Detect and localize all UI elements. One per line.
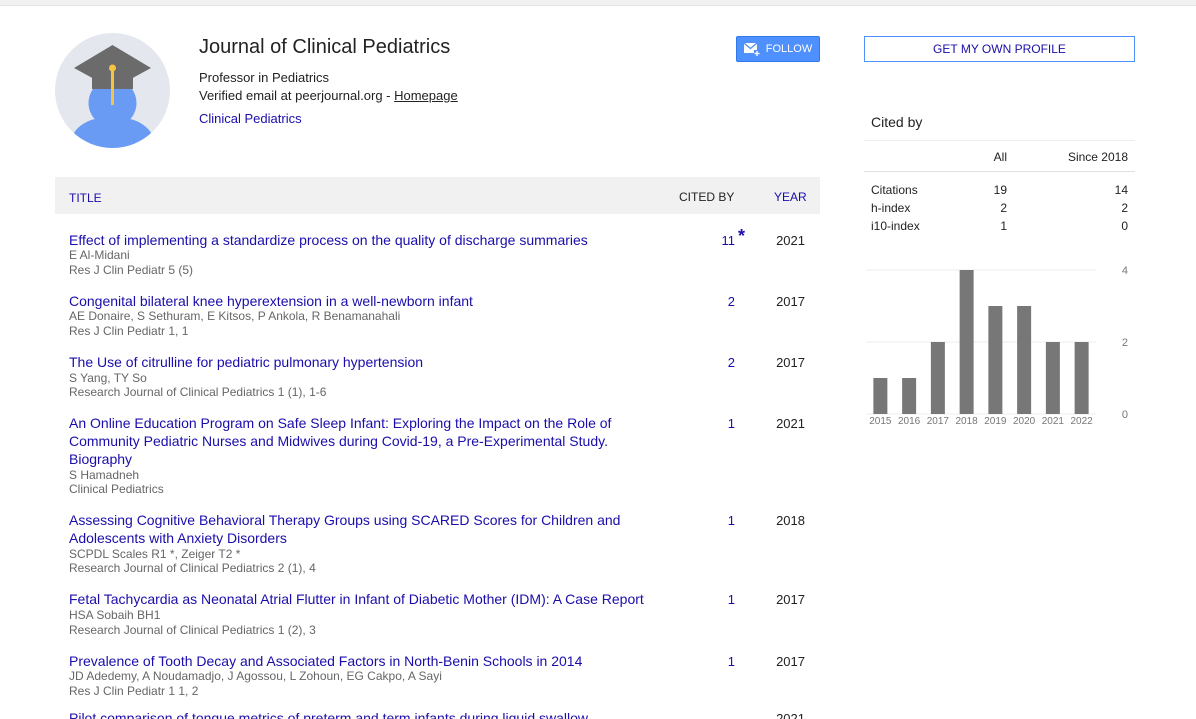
article-title-link[interactable]: The Use of citrulline for pediatric pulm… <box>69 353 649 371</box>
articles-table-header: TITLE CITED BY YEAR <box>55 177 820 214</box>
article-venue: Res J Clin Pediatr 5 (5) <box>69 263 194 277</box>
article-year: 2017 <box>776 654 805 669</box>
cited-by-count[interactable]: 2 <box>665 355 735 370</box>
mail-plus-icon <box>743 42 760 56</box>
article-venue: Res J Clin Pediatr 1, 1 <box>69 324 189 338</box>
profile-name: Journal of Clinical Pediatrics <box>199 36 451 58</box>
cited-by-count[interactable]: 1 <box>665 416 735 431</box>
stats-col-all: All <box>993 150 1007 164</box>
article-venue: Res J Clin Pediatr 1 1, 2 <box>69 684 199 698</box>
stats-row-i10-index: i10-index 1 0 <box>864 216 1135 234</box>
metric-since: 0 <box>1121 219 1128 233</box>
chart-x-tick-label: 2017 <box>927 416 950 427</box>
chart-bar <box>1017 306 1032 414</box>
article-year: 2021 <box>776 233 805 248</box>
research-interest-link[interactable]: Clinical Pediatrics <box>199 111 302 126</box>
sort-by-cited[interactable]: CITED BY <box>679 190 734 204</box>
citations-per-year-chart: 0 2 4 2015 2016 2017 2018 2019 2020 2021 2022 <box>864 258 1135 430</box>
cited-by-title: Cited by <box>871 114 923 130</box>
article-year: 2017 <box>776 592 805 607</box>
chart-x-tick-label: 2015 <box>869 416 892 427</box>
article-venue: Research Journal of Clinical Pediatrics … <box>69 385 327 399</box>
metric-since: 2 <box>1121 201 1128 215</box>
article-authors: SCPDL Scales R1 *, Zeiger T2 * <box>69 547 241 561</box>
metric-label[interactable]: Citations <box>871 183 918 197</box>
article-authors: S Yang, TY So <box>69 371 147 385</box>
cited-by-star[interactable]: * <box>738 226 745 247</box>
article-title-link[interactable]: Congenital bilateral knee hyperextension… <box>69 292 649 310</box>
metric-label[interactable]: i10-index <box>871 219 920 233</box>
profile-affiliation: Professor in Pediatrics <box>199 70 330 85</box>
citation-stats-table: All Since 2018 Citations 19 14 h-index 2… <box>864 140 1135 234</box>
chart-bar <box>902 378 917 414</box>
chart-y-tick-label: 2 <box>1122 337 1128 349</box>
article-year: 2018 <box>776 513 805 528</box>
chart-bar <box>873 378 888 414</box>
metric-all: 1 <box>1000 219 1007 233</box>
chart-x-tick-label: 2016 <box>898 416 921 427</box>
chart-x-tick-label: 2019 <box>984 416 1007 427</box>
article-title-link[interactable]: Fetal Tachycardia as Neonatal Atrial Flu… <box>69 590 669 608</box>
article-title-link[interactable]: Assessing Cognitive Behavioral Therapy G… <box>69 511 649 547</box>
chart-bar <box>1045 342 1060 414</box>
chart-y-tick-label: 0 <box>1122 409 1128 421</box>
article-authors: E Al-Midani <box>69 248 130 262</box>
follow-button-label: FOLLOW <box>765 43 813 55</box>
stats-row-h-index: h-index 2 2 <box>864 198 1135 216</box>
article-year: 2021 <box>776 416 805 431</box>
chart-x-tick-label: 2022 <box>1071 416 1094 427</box>
metric-label[interactable]: h-index <box>871 201 910 215</box>
metric-since: 14 <box>1114 183 1128 197</box>
article-authors: HSA Sobaih BH1 <box>69 608 161 622</box>
article-venue: Research Journal of Clinical Pediatrics … <box>69 561 316 575</box>
chart-bar <box>930 342 945 414</box>
article-year: 2017 <box>776 355 805 370</box>
article-title-link[interactable]: Pilot comparison of tongue metrics of pr… <box>69 711 669 719</box>
avatar <box>55 33 170 148</box>
graduate-avatar-icon <box>68 45 157 148</box>
sort-by-year[interactable]: YEAR <box>774 190 807 204</box>
verified-email-text: Verified email at peerjournal.org - <box>199 88 395 103</box>
cited-by-count[interactable]: 1 <box>665 654 735 669</box>
cited-by-count[interactable]: 2 <box>665 294 735 309</box>
article-authors: JD Adedemy, A Noudamadjo, J Agossou, L Z… <box>69 669 442 683</box>
get-my-own-profile-button[interactable]: GET MY OWN PROFILE <box>864 36 1135 62</box>
stats-header-row: All Since 2018 <box>864 140 1135 172</box>
cited-by-count[interactable]: 1 <box>665 513 735 528</box>
chart-x-tick-label: 2020 <box>1013 416 1036 427</box>
chart-x-tick-label: 2018 <box>956 416 979 427</box>
article-title-link[interactable]: An Online Education Program on Safe Slee… <box>69 414 649 468</box>
article-venue: Clinical Pediatrics <box>69 482 164 496</box>
chart-y-tick-label: 4 <box>1122 265 1128 277</box>
chart-bar <box>988 306 1003 414</box>
article-authors: AE Donaire, S Sethuram, E Kitsos, P Anko… <box>69 309 401 323</box>
top-bar <box>0 0 1196 6</box>
article-year: 2017 <box>776 294 805 309</box>
sort-by-title[interactable]: TITLE <box>69 191 102 205</box>
homepage-link[interactable]: Homepage <box>394 88 458 103</box>
cited-by-count[interactable]: 11 <box>665 233 736 248</box>
cited-by-count[interactable]: 1 <box>665 592 735 607</box>
chart-bar <box>959 270 974 414</box>
follow-button[interactable]: FOLLOW <box>736 36 820 62</box>
article-row: Pilot comparison of tongue metrics of pr… <box>55 711 820 719</box>
metric-all: 2 <box>1000 201 1007 215</box>
citations-chart-svg: 0 2 4 2015 2016 2017 2018 2019 2020 2021 2022 <box>866 265 1128 427</box>
article-authors: S Hamadneh <box>69 468 140 482</box>
article-venue: Research Journal of Clinical Pediatrics … <box>69 623 316 637</box>
verified-email: Verified email at peerjournal.org - Home… <box>199 88 458 103</box>
stats-row-citations: Citations 19 14 <box>864 180 1135 198</box>
chart-x-tick-label: 2021 <box>1042 416 1065 427</box>
article-title-link[interactable]: Prevalence of Tooth Decay and Associated… <box>69 652 649 670</box>
chart-bar <box>1074 342 1089 414</box>
article-year: 2021 <box>776 711 805 719</box>
article-title-link[interactable]: Effect of implementing a standardize pro… <box>69 231 649 249</box>
metric-all: 19 <box>993 183 1007 197</box>
stats-col-since: Since 2018 <box>1067 150 1128 164</box>
